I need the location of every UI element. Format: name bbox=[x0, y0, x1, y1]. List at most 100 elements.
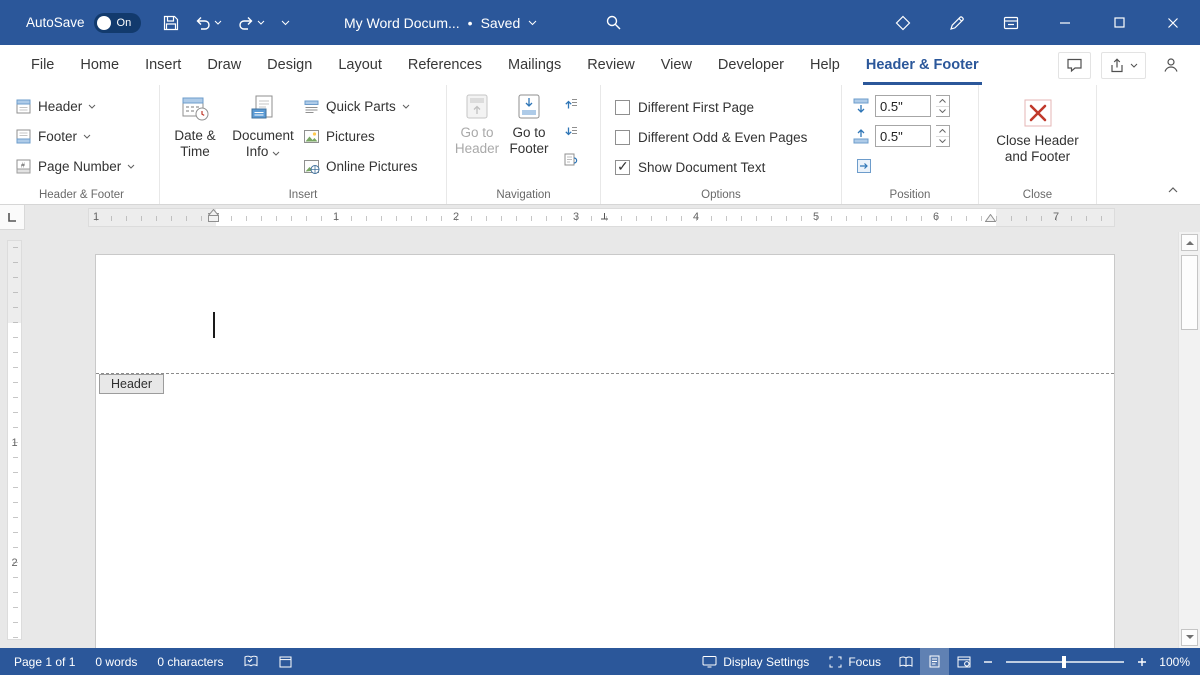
statusbar-right: Display Settings Focus 100% bbox=[692, 648, 1196, 675]
spinner-down-icon[interactable] bbox=[936, 107, 949, 117]
collapse-ribbon-button[interactable] bbox=[1162, 182, 1184, 198]
document-info-icon bbox=[248, 93, 278, 123]
spinner-up-icon[interactable] bbox=[936, 126, 949, 137]
header-position-icon bbox=[852, 97, 870, 115]
word-count[interactable]: 0 words bbox=[85, 648, 147, 675]
tab-home[interactable]: Home bbox=[67, 45, 132, 85]
share-button[interactable] bbox=[1101, 51, 1146, 79]
read-mode-button[interactable] bbox=[891, 648, 920, 675]
next-icon bbox=[563, 124, 579, 140]
minimize-button[interactable] bbox=[1038, 0, 1092, 45]
tab-references[interactable]: References bbox=[395, 45, 495, 85]
document-title-chip[interactable]: My Word Docum... • Saved bbox=[344, 0, 537, 45]
ruler-number: 6 bbox=[932, 211, 940, 223]
scroll-down-button[interactable] bbox=[1181, 629, 1198, 646]
ribbon-display-options-button[interactable] bbox=[984, 0, 1038, 45]
go-to-footer-button[interactable]: Go to Footer bbox=[503, 88, 555, 204]
tab-selector[interactable] bbox=[0, 205, 25, 230]
group-label-insert: Insert bbox=[288, 189, 318, 201]
web-layout-button[interactable] bbox=[949, 648, 978, 675]
header-button[interactable]: Header bbox=[10, 91, 159, 121]
insert-alignment-tab-button[interactable] bbox=[852, 155, 875, 178]
zoom-percentage[interactable]: 100% bbox=[1152, 655, 1196, 669]
previous-button[interactable] bbox=[559, 92, 582, 115]
zoom-slider[interactable] bbox=[1006, 655, 1124, 668]
page-number-button[interactable]: # Page Number bbox=[10, 151, 159, 181]
different-first-page-checkbox[interactable]: Different First Page bbox=[615, 92, 841, 122]
footer-from-bottom-spinner[interactable] bbox=[936, 125, 950, 147]
maximize-button[interactable] bbox=[1092, 0, 1146, 45]
sign-in-button[interactable] bbox=[1156, 52, 1186, 79]
ruler-number: 4 bbox=[692, 211, 700, 223]
zoom-in-button[interactable] bbox=[1132, 648, 1152, 675]
tab-help[interactable]: Help bbox=[797, 45, 853, 85]
search-button[interactable] bbox=[596, 0, 630, 45]
header-footer-group: Header Footer # Page Number Header & Foo… bbox=[4, 85, 160, 204]
close-window-button[interactable] bbox=[1146, 0, 1200, 45]
sensitivity-button[interactable] bbox=[876, 0, 930, 45]
tab-review[interactable]: Review bbox=[574, 45, 648, 85]
comments-button[interactable] bbox=[1058, 51, 1091, 79]
macro-button[interactable] bbox=[269, 648, 302, 675]
zoom-slider-thumb[interactable] bbox=[1062, 655, 1066, 668]
tab-mailings[interactable]: Mailings bbox=[495, 45, 574, 85]
tab-developer[interactable]: Developer bbox=[705, 45, 797, 85]
hanging-indent-marker[interactable] bbox=[207, 208, 220, 227]
tab-header-footer[interactable]: Header & Footer bbox=[853, 45, 992, 85]
go-to-header-button[interactable]: Go to Header bbox=[451, 88, 503, 204]
header-from-top-spinner[interactable] bbox=[936, 95, 950, 117]
chevron-up-icon bbox=[1168, 187, 1178, 193]
next-button[interactable] bbox=[559, 120, 582, 143]
different-odd-even-checkbox[interactable]: Different Odd & Even Pages bbox=[615, 122, 841, 152]
focus-icon bbox=[829, 656, 842, 668]
zoom-out-button[interactable] bbox=[978, 648, 998, 675]
proofing-status-button[interactable] bbox=[233, 648, 269, 675]
link-to-previous-button[interactable] bbox=[559, 148, 582, 171]
tab-insert[interactable]: Insert bbox=[132, 45, 194, 85]
scroll-up-button[interactable] bbox=[1181, 234, 1198, 251]
save-button[interactable] bbox=[156, 6, 186, 40]
person-icon bbox=[1163, 57, 1179, 73]
spinner-up-icon[interactable] bbox=[936, 96, 949, 107]
show-document-text-checkbox[interactable]: Show Document Text bbox=[615, 152, 841, 182]
minus-icon bbox=[984, 660, 992, 663]
spinner-down-icon[interactable] bbox=[936, 137, 949, 147]
close-header-footer-button[interactable]: Close Header and Footer bbox=[985, 93, 1091, 165]
tab-layout[interactable]: Layout bbox=[325, 45, 395, 85]
customize-qat-button[interactable] bbox=[274, 6, 297, 40]
chevron-down-icon bbox=[272, 151, 280, 156]
print-layout-button[interactable] bbox=[920, 648, 949, 675]
document-page[interactable]: Header bbox=[95, 254, 1115, 648]
insert-group: Date & Time Document Info Quick Parts Pi… bbox=[160, 85, 447, 204]
show-document-text-label: Show Document Text bbox=[638, 159, 766, 175]
document-info-label: Document Info bbox=[232, 128, 294, 159]
scrollbar-thumb[interactable] bbox=[1181, 255, 1198, 330]
document-info-button[interactable]: Document Info bbox=[228, 88, 298, 204]
center-tab-stop-marker[interactable] bbox=[600, 207, 609, 225]
tab-design[interactable]: Design bbox=[254, 45, 325, 85]
pictures-button[interactable]: Pictures bbox=[298, 121, 422, 151]
editor-pen-button[interactable] bbox=[930, 0, 984, 45]
page-indicator[interactable]: Page 1 of 1 bbox=[4, 648, 85, 675]
tab-draw[interactable]: Draw bbox=[194, 45, 254, 85]
redo-button[interactable] bbox=[231, 6, 272, 40]
horizontal-ruler[interactable]: 1 1 2 3 4 5 6 7 bbox=[88, 208, 1115, 227]
online-pictures-button[interactable]: Online Pictures bbox=[298, 151, 422, 181]
autosave-toggle[interactable]: On bbox=[93, 12, 141, 33]
redo-icon bbox=[238, 16, 254, 30]
undo-button[interactable] bbox=[188, 6, 229, 40]
focus-button[interactable]: Focus bbox=[819, 648, 891, 675]
display-settings-button[interactable]: Display Settings bbox=[692, 648, 819, 675]
tab-view[interactable]: View bbox=[648, 45, 705, 85]
tab-file[interactable]: File bbox=[18, 45, 67, 85]
right-indent-marker[interactable] bbox=[984, 209, 997, 227]
chevron-down-icon bbox=[402, 104, 410, 109]
footer-from-bottom-input[interactable] bbox=[875, 125, 931, 147]
footer-button[interactable]: Footer bbox=[10, 121, 159, 151]
date-time-button[interactable]: Date & Time bbox=[162, 88, 228, 204]
quick-parts-button[interactable]: Quick Parts bbox=[298, 91, 422, 121]
vertical-ruler[interactable]: 1 2 bbox=[7, 240, 22, 640]
vertical-scrollbar[interactable] bbox=[1178, 232, 1200, 648]
header-from-top-input[interactable] bbox=[875, 95, 931, 117]
character-count[interactable]: 0 characters bbox=[147, 648, 233, 675]
